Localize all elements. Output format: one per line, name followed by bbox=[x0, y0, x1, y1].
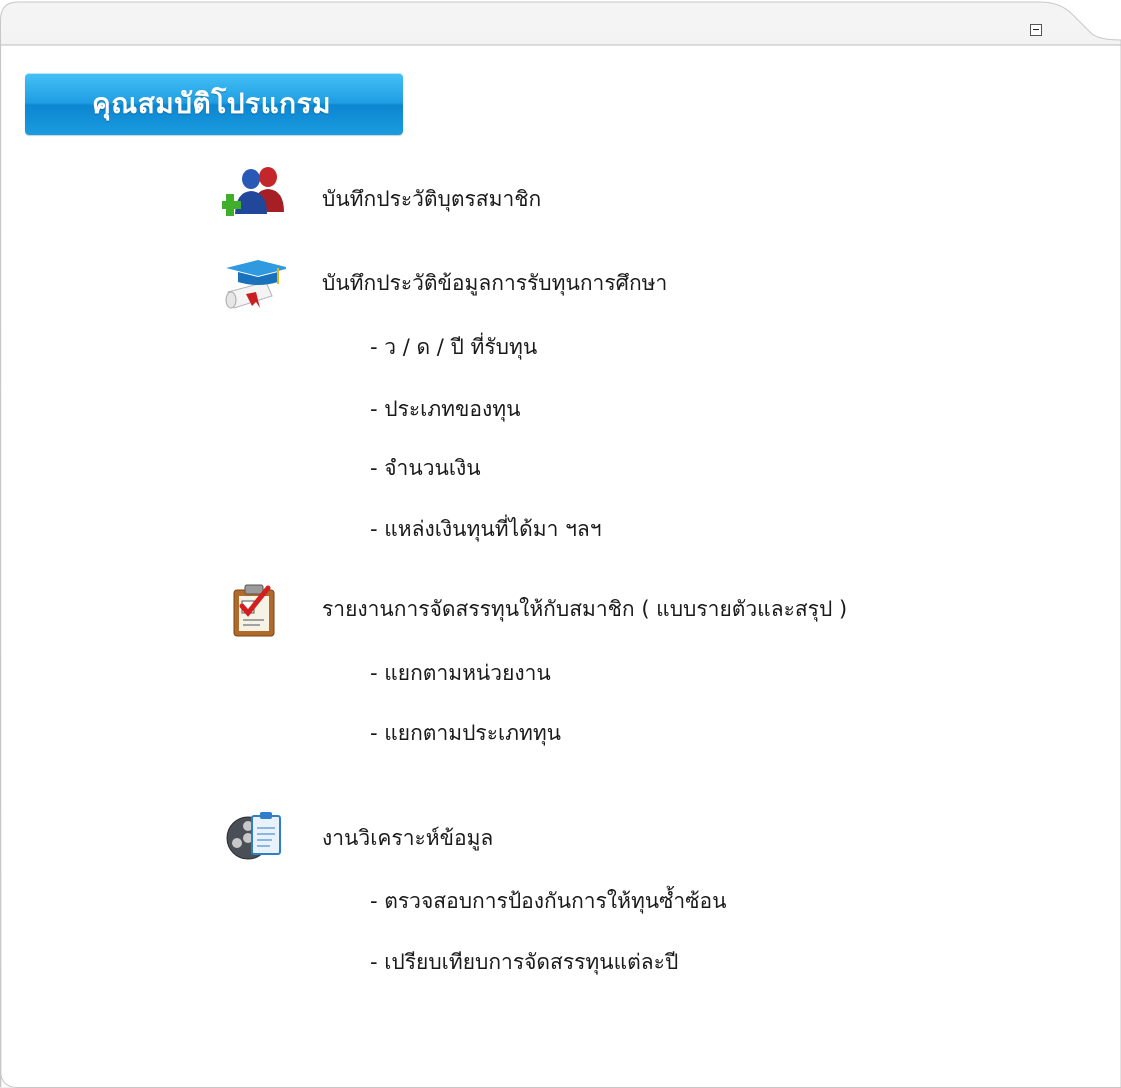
film-reel-document-icon bbox=[222, 806, 286, 864]
feature-title-allocation-report: รายงานการจัดสรรทุนให้กับสมาชิก ( แบบรายต… bbox=[322, 597, 848, 621]
sub-item-by-scholarship-type: - แยกตามประเภททุน bbox=[370, 721, 562, 745]
graduation-scholarship-icon bbox=[222, 256, 290, 314]
panel-title: คุณสมบัติโปรแกรม bbox=[92, 87, 332, 120]
collapse-button[interactable] bbox=[1030, 24, 1042, 36]
feature-title-scholarship-history: บันทึกประวัติข้อมูลการรับทุนการศึกษา bbox=[322, 271, 668, 295]
sub-item-amount: - จำนวนเงิน bbox=[370, 456, 481, 480]
sub-item-scholarship-type: - ประเภทของทุน bbox=[370, 397, 521, 421]
sub-item-funding-source: - แหล่งเงินทุนที่ได้มา ฯลฯ bbox=[370, 517, 602, 541]
panel-title-badge: คุณสมบัติโปรแกรม bbox=[25, 73, 403, 135]
sub-item-receive-date: - ว / ด / ปี ที่รับทุน bbox=[370, 335, 538, 359]
users-add-icon bbox=[219, 162, 286, 220]
features-panel: คุณสมบัติโปรแกรม บันทึกประวัติบุตรสมาชิก… bbox=[0, 0, 1121, 1088]
feature-title-member-children: บันทึกประวัติบุตรสมาชิก bbox=[322, 187, 542, 211]
sub-item-duplicate-check: - ตรวจสอบการป้องกันการให้ทุนซ้ำซ้อน bbox=[370, 889, 727, 913]
feature-title-data-analysis: งานวิเคราะห์ข้อมูล bbox=[322, 826, 494, 850]
clipboard-check-icon bbox=[228, 580, 292, 638]
sub-item-yearly-comparison: - เปรียบเทียบการจัดสรรทุนแต่ละปี bbox=[370, 950, 679, 974]
panel-frame bbox=[0, 1, 1121, 1088]
sub-item-by-department: - แยกตามหน่วยงาน bbox=[370, 661, 551, 685]
